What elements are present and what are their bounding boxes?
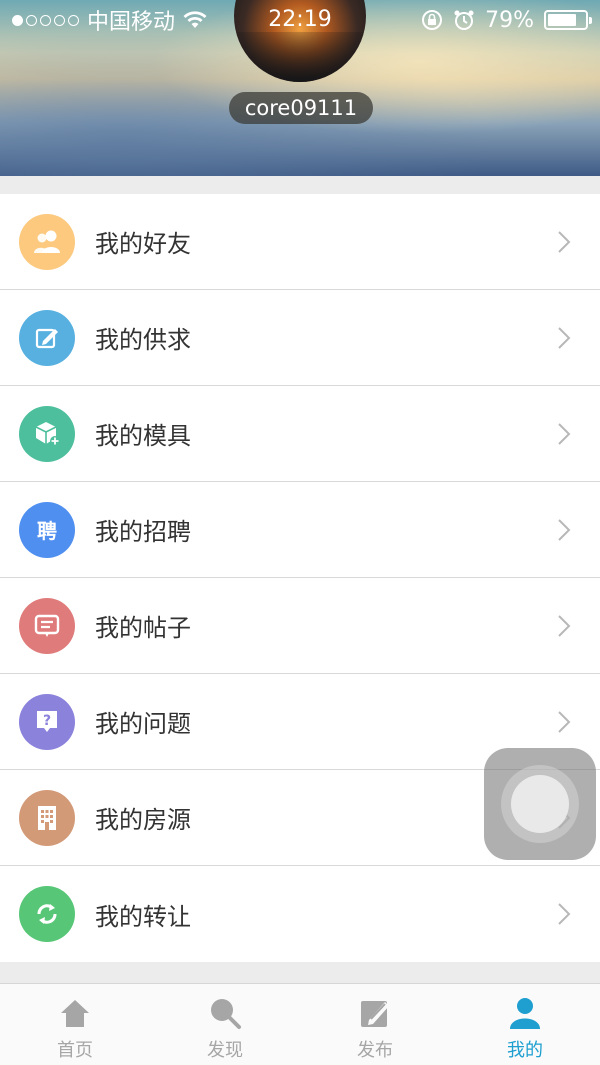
menu-item-label: 我的帖子 — [95, 614, 191, 642]
tab-search[interactable]: 发现 — [150, 984, 300, 1065]
status-bar: 中国移动 22:19 79% — [0, 0, 600, 40]
alarm-icon — [454, 10, 474, 30]
chevron-right-icon — [558, 903, 571, 925]
battery-icon — [544, 10, 592, 30]
menu-item[interactable]: 我的供求 — [0, 290, 600, 386]
tab-label: 发布 — [357, 1040, 393, 1061]
chevron-right-icon — [558, 327, 571, 349]
menu-item-label: 我的房源 — [95, 806, 191, 834]
username-label[interactable]: core09111 — [229, 92, 373, 124]
menu-item[interactable]: 聘 我的招聘 — [0, 482, 600, 578]
chevron-right-icon — [558, 711, 571, 733]
home-icon — [58, 996, 92, 1030]
signal-strength-icon — [12, 14, 79, 26]
tab-label: 发现 — [207, 1040, 243, 1061]
menu-item-label: 我的转让 — [95, 902, 191, 931]
menu-item-label: 我的好友 — [95, 230, 191, 258]
transfer-icon — [19, 886, 75, 942]
edit-icon — [19, 309, 75, 366]
publish-icon — [358, 996, 392, 1030]
menu-item-label: 我的模具 — [95, 422, 191, 450]
question-icon: ? — [19, 693, 75, 750]
chevron-right-icon — [558, 519, 571, 541]
question-glyph: ? — [43, 713, 51, 729]
chevron-right-icon — [558, 231, 571, 253]
profile-header: 中国移动 22:19 79% core09111 — [0, 0, 600, 176]
menu-item[interactable]: 我的好友 — [0, 194, 600, 290]
search-icon — [208, 996, 242, 1030]
menu-item-label: 我的问题 — [95, 710, 191, 738]
tab-publish[interactable]: 发布 — [300, 984, 450, 1065]
menu-item[interactable]: 我的模具 — [0, 386, 600, 482]
carrier-name: 中国移动 — [87, 10, 176, 35]
menu-item-label: 我的供求 — [95, 326, 191, 354]
wifi-icon — [183, 11, 207, 28]
assistive-touch-button[interactable] — [484, 748, 596, 860]
menu-item[interactable]: 我的转让 — [0, 866, 600, 962]
battery-percentage: 79% — [485, 7, 534, 33]
menu-item[interactable]: 我的帖子 — [0, 578, 600, 674]
tab-bar: 首页 发现 发布 我的 — [0, 983, 600, 1065]
rotation-lock-icon — [422, 10, 443, 30]
recruit-icon: 聘 — [19, 501, 75, 558]
chevron-right-icon — [558, 615, 571, 637]
post-icon — [19, 597, 75, 654]
tab-user[interactable]: 我的 — [450, 984, 600, 1065]
menu-item-label: 我的招聘 — [95, 518, 191, 546]
recruit-glyph: 聘 — [37, 519, 57, 543]
tab-home[interactable]: 首页 — [0, 984, 150, 1065]
cube-add-icon — [19, 405, 75, 462]
tab-label: 首页 — [57, 1040, 93, 1061]
chevron-right-icon — [558, 423, 571, 445]
friends-icon — [19, 213, 75, 270]
tab-label: 我的 — [507, 1040, 543, 1061]
building-icon — [19, 789, 75, 846]
user-icon — [508, 996, 542, 1030]
